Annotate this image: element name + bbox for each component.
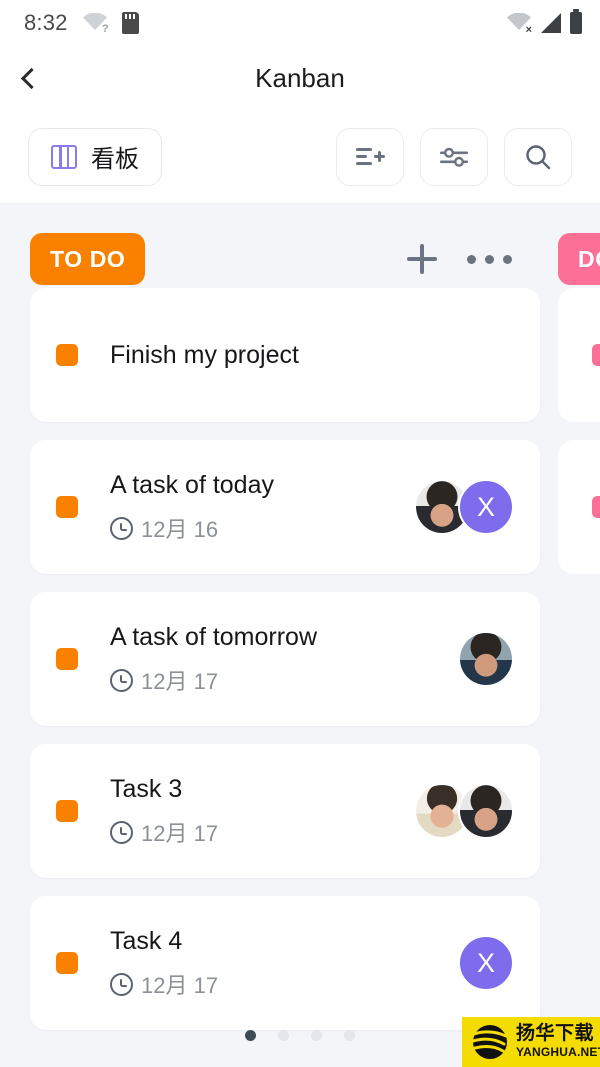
watermark-badge: 扬华下载 YANGHUA.NET	[462, 1017, 600, 1067]
card-title: Task 3	[110, 775, 183, 803]
card-meta: 12月 17	[110, 968, 458, 1000]
add-list-button[interactable]	[336, 127, 404, 186]
sliders-icon	[440, 147, 468, 167]
pagination-dot[interactable]	[311, 1030, 322, 1041]
card-date: 12月 17	[141, 669, 219, 694]
status-time: 8:32	[24, 10, 68, 35]
filter-button[interactable]	[420, 127, 488, 186]
card-list-todo: Finish my project A task of today 12月 16	[30, 288, 540, 1030]
card-body: A task of tomorrow 12月 17	[110, 622, 458, 696]
card-avatars: X	[414, 479, 514, 535]
card-date: 12月 17	[141, 821, 219, 846]
kanban-screen: 8:32 ? × Kanban 看板 TO DO Finish my proje…	[0, 0, 600, 1067]
card-tag	[592, 496, 600, 518]
card-list-doing	[558, 288, 600, 574]
card-tag	[56, 496, 78, 518]
board-view-label: 看板	[91, 146, 139, 173]
avatar[interactable]: X	[458, 479, 514, 535]
column-header-doing: DO	[558, 230, 600, 288]
avatar[interactable]	[458, 783, 514, 839]
watermark-text: 扬华下载 YANGHUA.NET	[516, 1022, 600, 1061]
yanghua-logo-icon	[471, 1025, 508, 1059]
clock-icon	[110, 668, 133, 692]
avatar-photo	[460, 785, 512, 837]
wifi-question-icon: ?	[82, 12, 109, 35]
board-columns-icon	[51, 144, 77, 169]
card-body: Task 3 12月 17	[110, 774, 414, 848]
card-avatars	[414, 783, 514, 839]
card-tag	[56, 344, 78, 366]
task-card[interactable]: Task 3 12月 17	[30, 744, 540, 878]
board-columns: TO DO Finish my project A task of today …	[0, 204, 600, 1067]
column-title-badge[interactable]: TO DO	[30, 233, 146, 285]
board-area[interactable]: TO DO Finish my project A task of today …	[0, 204, 600, 1067]
card-body: Task 4 12月 17	[110, 926, 458, 1000]
sd-card-icon	[121, 12, 139, 34]
board-view-chip[interactable]: 看板	[28, 127, 162, 186]
avatar-photo	[460, 633, 512, 685]
task-card[interactable]	[558, 288, 600, 422]
column-doing: DO	[540, 204, 600, 592]
column-menu-button[interactable]	[467, 254, 512, 264]
card-date: 12月 17	[141, 973, 219, 998]
card-tag	[56, 952, 78, 974]
watermark-en: YANGHUA.NET	[516, 1044, 600, 1059]
card-meta: 12月 17	[110, 664, 458, 696]
battery-icon	[570, 9, 582, 34]
pagination-dot[interactable]	[344, 1030, 355, 1041]
column-actions	[407, 244, 512, 274]
list-plus-icon	[356, 147, 385, 165]
wifi-disconnected-icon: ×	[506, 12, 532, 36]
watermark-cn: 扬华下载	[516, 1022, 595, 1044]
avatar[interactable]: X	[458, 935, 514, 991]
card-meta: 12月 16	[110, 512, 414, 544]
card-date: 12月 16	[141, 517, 219, 542]
view-toolbar: 看板	[0, 110, 600, 204]
status-bar-left: 8:32 ?	[24, 10, 139, 36]
column-todo: TO DO Finish my project A task of today …	[0, 204, 540, 1048]
card-avatars: X	[458, 935, 514, 991]
column-title-badge[interactable]: DO	[558, 233, 600, 285]
card-avatars	[458, 631, 514, 687]
task-card[interactable]: A task of tomorrow 12月 17	[30, 592, 540, 726]
toolbar-actions	[336, 127, 572, 186]
card-tag	[56, 648, 78, 670]
card-title: A task of today	[110, 471, 274, 499]
search-button[interactable]	[504, 127, 572, 186]
card-body: Finish my project	[110, 340, 514, 370]
title-bar: Kanban	[0, 46, 600, 110]
card-meta: 12月 17	[110, 816, 414, 848]
column-header-todo: TO DO	[30, 230, 540, 288]
card-title: A task of tomorrow	[110, 623, 318, 651]
pagination-dot[interactable]	[278, 1030, 289, 1041]
card-title: Finish my project	[110, 341, 299, 369]
clock-icon	[110, 972, 133, 996]
task-card[interactable]: A task of today 12月 16 X	[30, 440, 540, 574]
search-icon	[526, 144, 551, 169]
status-bar: 8:32 ? ×	[0, 0, 600, 46]
task-card[interactable]: Finish my project	[30, 288, 540, 422]
cellular-signal-icon	[541, 13, 561, 33]
page-title: Kanban	[255, 62, 345, 93]
card-tag	[592, 344, 600, 366]
clock-icon	[110, 820, 133, 844]
task-card[interactable]	[558, 440, 600, 574]
task-card[interactable]: Task 4 12月 17 X	[30, 896, 540, 1030]
card-tag	[56, 800, 78, 822]
card-title: Task 4	[110, 927, 183, 955]
add-card-button[interactable]	[407, 244, 437, 274]
status-bar-right: ×	[506, 9, 582, 36]
card-body: A task of today 12月 16	[110, 470, 414, 544]
clock-icon	[110, 516, 133, 540]
avatar[interactable]	[458, 631, 514, 687]
pagination-dot[interactable]	[245, 1030, 256, 1041]
